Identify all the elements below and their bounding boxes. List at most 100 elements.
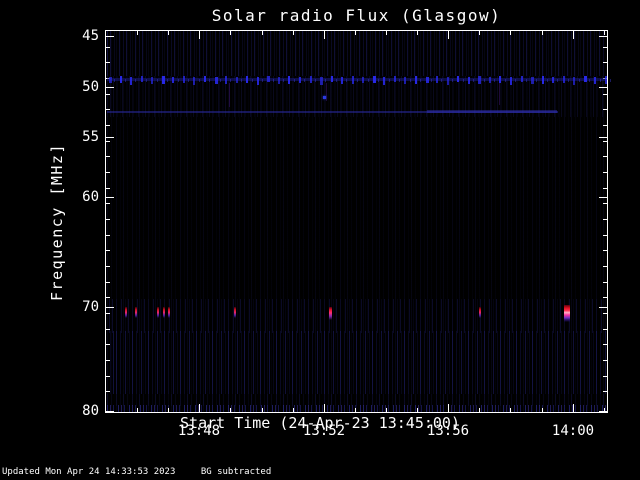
y-tick — [603, 94, 607, 95]
calibration-pulse — [583, 76, 587, 82]
y-tick — [603, 172, 607, 173]
y-tick — [106, 47, 110, 48]
calibration-pulse-minor — [146, 79, 147, 82]
y-tick — [106, 235, 110, 236]
interference-line-bright — [427, 110, 557, 113]
y-tick — [599, 36, 607, 37]
calibration-pulse — [140, 76, 143, 82]
rfi-burst-mark — [157, 307, 159, 318]
y-tick — [106, 307, 114, 308]
calibration-pulse — [436, 76, 439, 83]
y-tick — [106, 125, 110, 126]
y-tick — [603, 219, 607, 220]
x-tick — [168, 31, 169, 35]
x-tick — [262, 31, 263, 35]
calibration-pulse — [277, 77, 280, 84]
calibration-pulse-minor — [367, 79, 369, 82]
x-tick — [293, 31, 294, 35]
y-tick — [106, 297, 110, 298]
x-tick — [199, 31, 200, 39]
y-tick — [599, 411, 607, 412]
calibration-pulse — [309, 76, 312, 83]
y-tick — [106, 94, 110, 95]
calibration-pulse-minor — [525, 79, 527, 82]
calibration-pulse-minor — [346, 79, 348, 82]
status-note: BG subtracted — [200, 467, 272, 477]
calibration-pulse — [509, 77, 512, 85]
calibration-pulse-minor — [325, 79, 327, 82]
y-tick — [599, 137, 607, 138]
y-tick — [603, 235, 607, 236]
x-tick — [479, 408, 480, 412]
x-tick — [510, 408, 511, 412]
y-tick-label: 70 — [82, 299, 99, 315]
spectrogram-noise-layer — [107, 299, 606, 333]
calibration-pulse-minor — [262, 79, 263, 82]
interference-streak — [499, 83, 500, 105]
status-bar: Updated Mon Apr 24 14:33:53 2023 BG subt… — [2, 467, 271, 477]
calibration-pulse-minor — [430, 79, 432, 82]
calibration-pulse — [541, 76, 544, 84]
calibration-pulse — [341, 77, 344, 84]
y-tick — [603, 203, 607, 204]
calibration-pulse-minor — [209, 79, 211, 82]
y-tick — [603, 141, 607, 142]
x-tick — [137, 408, 138, 412]
blue-dot — [323, 96, 326, 99]
calibration-pulse — [172, 77, 175, 83]
calibration-pulse-minor — [599, 79, 601, 82]
calibration-pulse — [151, 77, 154, 84]
calibration-pulse-minor — [335, 79, 337, 82]
calibration-pulse — [246, 76, 249, 83]
spectrogram-noise-layer — [107, 405, 606, 412]
y-tick — [106, 344, 110, 345]
x-tick — [355, 31, 356, 35]
calibration-pulse — [520, 76, 523, 82]
y-tick — [603, 62, 607, 63]
y-tick — [106, 137, 114, 138]
y-tick-label: 55 — [82, 129, 99, 145]
calibration-pulse — [288, 76, 291, 84]
x-tick — [386, 408, 387, 412]
calibration-pulse-minor — [494, 79, 496, 82]
calibration-pulse — [488, 77, 491, 83]
rfi-burst-mark — [329, 307, 332, 320]
y-tick — [603, 313, 607, 314]
y-tick — [603, 282, 607, 283]
y-tick-label: 60 — [82, 189, 99, 205]
plot-area: 13:48 13:52 13:56 14:00 45 50 55 60 70 80 — [82, 28, 612, 439]
x-tick — [417, 31, 418, 35]
calibration-pulse-minor — [536, 79, 538, 82]
calibration-pulse-minor — [156, 79, 158, 82]
calibration-pulse — [130, 77, 133, 85]
calibration-pulse — [109, 77, 112, 83]
x-tick — [479, 31, 480, 35]
x-tick — [573, 31, 574, 39]
spectrogram-noise-layer — [107, 394, 606, 406]
calibration-pulse-minor — [409, 79, 411, 82]
calibration-pulse-minor — [589, 79, 591, 82]
x-tick — [168, 408, 169, 412]
rfi-burst-mark — [234, 307, 236, 318]
chart-title: Solar radio Flux (Glasgow) — [211, 6, 502, 25]
y-tick — [603, 360, 607, 361]
calibration-pulse — [182, 76, 185, 83]
calibration-pulse — [298, 77, 301, 83]
interference-streak — [229, 83, 230, 107]
y-tick — [106, 391, 110, 392]
y-tick — [603, 156, 607, 157]
calibration-pulse-minor — [388, 79, 390, 82]
status-updated: Updated Mon Apr 24 14:33:53 2023 — [2, 467, 176, 477]
calibration-pulse-minor — [462, 79, 464, 82]
y-tick-label: 45 — [82, 28, 99, 44]
y-tick — [603, 266, 607, 267]
x-tick — [324, 31, 325, 39]
y-tick — [603, 376, 607, 377]
calibration-pulse — [225, 76, 228, 84]
x-tick — [510, 31, 511, 35]
calibration-pulse-minor — [283, 79, 285, 82]
calibration-pulse-minor — [314, 79, 316, 82]
calibration-pulse-minor — [610, 79, 612, 82]
y-tick — [106, 197, 114, 198]
calibration-pulse-minor — [399, 79, 401, 82]
